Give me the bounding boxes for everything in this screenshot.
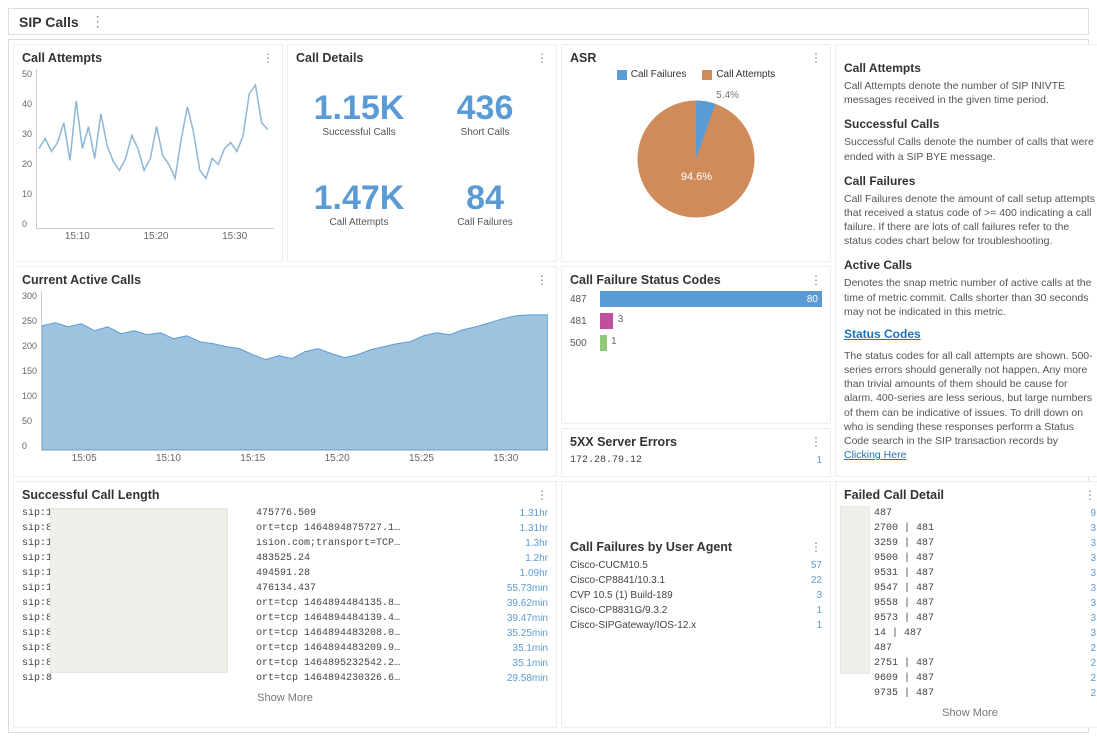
list-item[interactable]: 4879 xyxy=(844,506,1096,521)
dashboard-title: SIP Calls xyxy=(19,14,79,30)
kpi-successful-calls: 1.15K Successful Calls xyxy=(296,69,422,159)
panel-asr: ASR ⋮ Call Failures Call Attempts 5.4% 9… xyxy=(561,44,831,262)
panel-title: 5XX Server Errors xyxy=(570,435,677,449)
pie-label-attempts: 94.6% xyxy=(681,171,712,183)
y-axis: 0 10 20 30 40 50 xyxy=(22,69,36,229)
info-h-successful: Successful Calls xyxy=(844,117,1096,131)
list-item[interactable]: 2700 | 4813 xyxy=(844,521,1096,536)
list-item[interactable]: Cisco-SIPGateway/IOS-12.x1 xyxy=(570,618,822,633)
info-h-call-attempts: Call Attempts xyxy=(844,61,1096,75)
clicking-here-link[interactable]: Clicking Here xyxy=(844,449,906,461)
panel-menu-icon[interactable]: ⋮ xyxy=(536,488,548,502)
hbar-chart[interactable]: 48780 4813 5001 xyxy=(570,291,822,351)
list-item[interactable]: 9500 | 4873 xyxy=(844,551,1096,566)
dashboard-grid: Call Attempts ⋮ 0 10 20 30 40 50 15:10 1… xyxy=(8,39,1089,733)
ua-list: Cisco-CUCM10.557Cisco-CP8841/10.3.122CVP… xyxy=(570,558,822,633)
panel-menu-icon[interactable]: ⋮ xyxy=(810,51,822,65)
dashboard-title-bar: SIP Calls ⋮ xyxy=(8,8,1089,35)
panel-menu-icon[interactable]: ⋮ xyxy=(810,435,822,449)
swatch-attempts xyxy=(702,70,712,80)
panel-title: Call Failure Status Codes xyxy=(570,273,721,287)
x-axis: 15:10 15:20 15:30 xyxy=(22,231,274,242)
area-chart[interactable] xyxy=(41,291,548,451)
kpi-call-failures: 84 Call Failures xyxy=(422,159,548,249)
info-h-failures: Call Failures xyxy=(844,174,1096,188)
panel-menu-icon[interactable]: ⋮ xyxy=(1084,488,1096,502)
line-chart-area[interactable] xyxy=(36,69,274,229)
y-axis: 0 50 100 150 200 250 300 xyxy=(22,291,41,451)
show-more-button[interactable]: Show More xyxy=(22,686,548,704)
list-item[interactable]: 172.28.79.12 1 xyxy=(570,453,822,468)
panel-menu-icon[interactable]: ⋮ xyxy=(262,51,274,65)
panel-title: Failed Call Detail xyxy=(844,488,944,502)
panel-title: ASR xyxy=(570,51,596,65)
show-more-button[interactable]: Show More xyxy=(844,701,1096,719)
panel-call-details: Call Details ⋮ 1.15K Successful Calls 43… xyxy=(287,44,557,262)
panel-5xx-errors: 5XX Server Errors ⋮ 172.28.79.12 1 xyxy=(561,428,831,477)
list-item[interactable]: 9573 | 4873 xyxy=(844,611,1096,626)
panel-title: Call Failures by User Agent xyxy=(570,540,732,554)
panel-call-attempts: Call Attempts ⋮ 0 10 20 30 40 50 15:10 1… xyxy=(13,44,283,262)
list-item[interactable]: Cisco-CP8831G/9.3.21 xyxy=(570,603,822,618)
x-axis: 15:05 15:10 15:15 15:20 15:25 15:30 xyxy=(22,453,548,464)
hbar-row[interactable]: 4813 xyxy=(570,313,822,329)
panel-ua-failures: Call Failures by User Agent ⋮ Cisco-CUCM… xyxy=(561,481,831,728)
panel-title: Call Attempts xyxy=(22,51,102,65)
kpi-call-attempts: 1.47K Call Attempts xyxy=(296,159,422,249)
list-item[interactable]: 9735 | 4872 xyxy=(844,686,1096,701)
status-codes-link[interactable]: Status Codes xyxy=(844,327,1096,341)
list-item[interactable]: 14 | 4873 xyxy=(844,626,1096,641)
panel-title: Current Active Calls xyxy=(22,273,141,287)
panel-failure-codes-wrapper: Call Failure Status Codes ⋮ 48780 4813 500… xyxy=(561,266,831,477)
info-h-active: Active Calls xyxy=(844,258,1096,272)
list-item[interactable]: sip:8 ort=tcp 1464894230326.68529.58min xyxy=(22,671,548,686)
pie-chart[interactable]: 5.4% 94.6% xyxy=(570,84,822,234)
panel-menu-icon[interactable]: ⋮ xyxy=(536,51,548,65)
list-item[interactable]: 4872 xyxy=(844,641,1096,656)
dashboard-menu-icon[interactable]: ⋮ xyxy=(91,13,105,30)
list-item[interactable]: 9609 | 4872 xyxy=(844,671,1096,686)
list-item[interactable]: Cisco-CP8841/10.3.122 xyxy=(570,573,822,588)
panel-menu-icon[interactable]: ⋮ xyxy=(810,540,822,554)
list-item[interactable]: CVP 10.5 (1) Build-1893 xyxy=(570,588,822,603)
failed-list: 48792700 | 48133259 | 48739500 | 4873953… xyxy=(844,506,1096,701)
pie-label-failures: 5.4% xyxy=(716,90,739,101)
redaction-block xyxy=(50,508,228,673)
panel-call-length: Successful Call Length ⋮ sip:1 475776.50… xyxy=(13,481,557,728)
panel-menu-icon[interactable]: ⋮ xyxy=(810,273,822,287)
panel-title: Successful Call Length xyxy=(22,488,160,502)
list-item[interactable]: 9531 | 4873 xyxy=(844,566,1096,581)
hbar-row[interactable]: 48780 xyxy=(570,291,822,307)
hbar-row[interactable]: 5001 xyxy=(570,335,822,351)
list-item[interactable]: 3259 | 4873 xyxy=(844,536,1096,551)
kpi-short-calls: 436 Short Calls xyxy=(422,69,548,159)
pie-legend: Call Failures Call Attempts xyxy=(570,69,822,80)
list-item[interactable]: 2751 | 4872 xyxy=(844,656,1096,671)
panel-failure-codes: Call Failure Status Codes ⋮ 48780 4813 500… xyxy=(561,266,831,424)
list-item[interactable]: Cisco-CUCM10.557 xyxy=(570,558,822,573)
list-item[interactable]: 9558 | 4873 xyxy=(844,596,1096,611)
panel-failed-detail: Failed Call Detail ⋮ 48792700 | 48133259… xyxy=(835,481,1097,728)
panel-active-calls: Current Active Calls ⋮ 0 50 100 150 200 … xyxy=(13,266,557,477)
swatch-failures xyxy=(617,70,627,80)
list-item[interactable]: 9547 | 4873 xyxy=(844,581,1096,596)
panel-menu-icon[interactable]: ⋮ xyxy=(536,273,548,287)
panel-info: Call Attempts Call Attempts denote the n… xyxy=(835,44,1097,477)
redaction-block xyxy=(840,506,870,674)
panel-title: Call Details xyxy=(296,51,363,65)
